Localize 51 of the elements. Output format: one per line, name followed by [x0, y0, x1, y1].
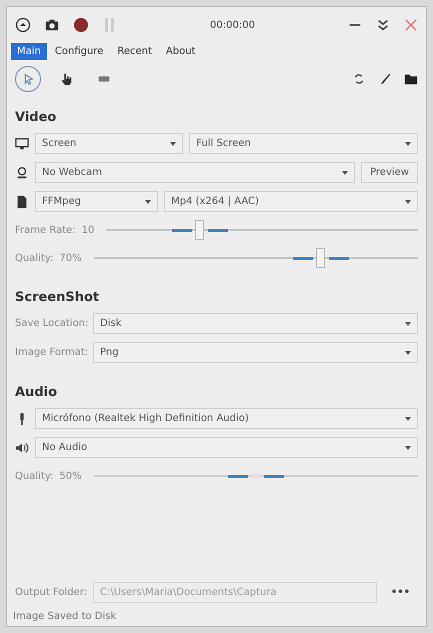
slider-label: Frame Rate: [15, 224, 76, 236]
slider-label: Quality: [15, 252, 54, 264]
output-folder-field[interactable]: C:\Users\Maria\Documents\Captura [93, 582, 377, 603]
brush-icon[interactable] [378, 72, 392, 86]
record-button[interactable] [73, 17, 89, 33]
pointer-tool-button[interactable] [15, 66, 41, 92]
dropdown[interactable]: Micrófono (Realtek High Definition Audio) [35, 408, 418, 429]
folder-icon[interactable] [404, 72, 418, 86]
tab[interactable]: Recent [111, 43, 158, 60]
tab[interactable]: Configure [48, 43, 110, 60]
preview-button[interactable]: Preview [361, 162, 418, 183]
slider-tick [328, 257, 349, 260]
field-label: Save Location: [15, 318, 87, 329]
double-chevron-icon[interactable] [376, 18, 390, 32]
slider-thumb[interactable] [194, 220, 204, 240]
slider-tick [264, 475, 284, 478]
dropdown[interactable]: No Audio [35, 437, 418, 458]
monitor-icon[interactable] [15, 136, 29, 150]
slider-thumb[interactable] [316, 248, 325, 268]
close-icon[interactable] [404, 18, 418, 32]
collapse-icon[interactable] [15, 17, 31, 33]
dropdown[interactable]: Mp4 (x264 | AAC) [164, 191, 418, 212]
dropdown[interactable]: Full Screen [189, 133, 418, 154]
timer: 00:00:00 [209, 20, 256, 30]
slider-tick [292, 257, 313, 260]
slider-value: 10 [82, 224, 94, 236]
tab[interactable]: Main [11, 43, 47, 60]
section-heading: Audio [14, 384, 58, 402]
slider-value: 70% [59, 252, 82, 264]
dropdown[interactable]: Screen [35, 133, 184, 154]
dropdown[interactable]: Disk [93, 313, 418, 334]
webcam-icon[interactable] [15, 166, 29, 180]
dropdown[interactable]: No Webcam [35, 162, 356, 183]
dropdown[interactable]: Png [93, 342, 418, 363]
slider-value: 50% [59, 470, 82, 482]
file-icon[interactable] [15, 194, 29, 208]
status-text: Image Saved to Disk [12, 610, 118, 624]
hand-icon [59, 72, 73, 86]
slider-tick [228, 475, 248, 478]
section-heading: ScreenShot [14, 289, 100, 307]
camera-icon[interactable] [45, 18, 59, 32]
slider-tick [172, 229, 192, 232]
slider-tick [208, 229, 228, 232]
field-label: Image Format: [15, 347, 87, 358]
tab[interactable]: About [160, 43, 202, 60]
field-label: Output Folder: [15, 587, 88, 598]
dropdown[interactable]: FFMpeg [35, 191, 158, 212]
section-heading: Video [14, 109, 58, 127]
refresh-icon[interactable] [352, 72, 366, 86]
browse-button[interactable]: ••• [382, 582, 418, 603]
slider-label: Quality: [15, 470, 54, 482]
